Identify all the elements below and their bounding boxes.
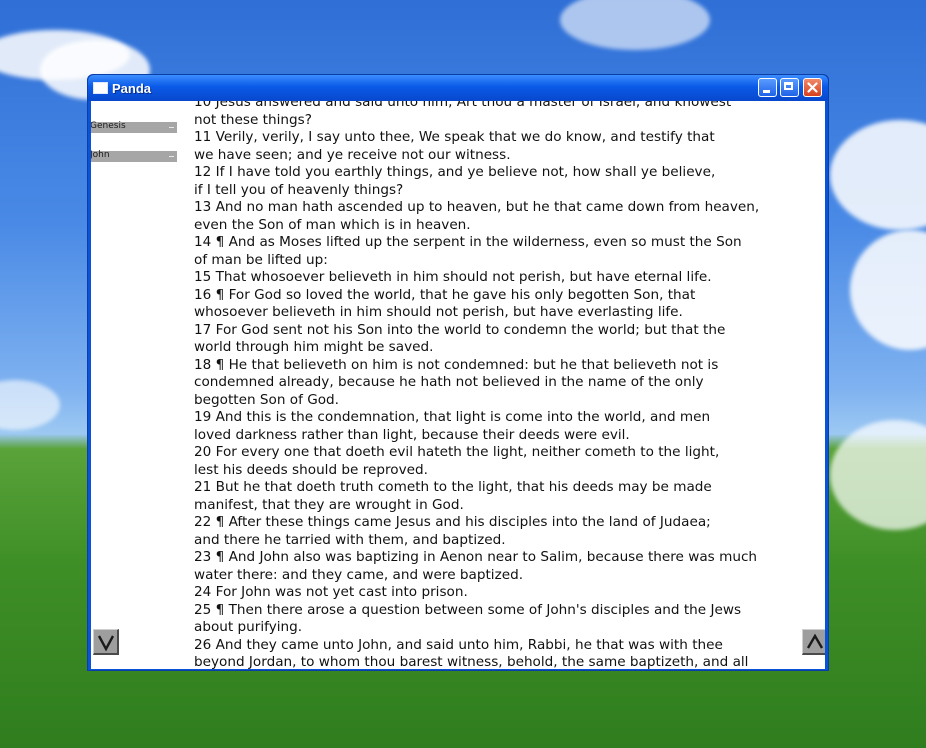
title-bar[interactable]: Panda xyxy=(88,75,828,101)
text-line: 24 For John was not yet cast into prison… xyxy=(194,584,468,600)
text-line: 21 But he that doeth truth cometh to the… xyxy=(194,479,712,495)
book-dash xyxy=(169,156,174,157)
scroll-up-button[interactable] xyxy=(802,629,825,655)
text-line: if I tell you of heavenly things? xyxy=(194,181,404,198)
minimize-icon xyxy=(763,90,770,93)
text-line: 13 And no man hath ascended up to heaven… xyxy=(194,199,760,215)
text-line: 18 ¶ He that believeth on him is not con… xyxy=(194,356,719,373)
text-line: 16 ¶ For God so loved the world, that he… xyxy=(194,286,696,303)
text-line: 10 Jesus answered and said unto him, Art… xyxy=(194,101,732,110)
text-line: 19 And this is the condemnation, that li… xyxy=(194,409,711,425)
text-line: 22 ¶ After these things came Jesus and h… xyxy=(194,514,711,530)
text-line: beyond Jordan, to whom thou barest witne… xyxy=(194,654,749,669)
text-line: 25 ¶ Then there arose a question between… xyxy=(194,601,742,618)
text-line: lest his deeds should be reproved. xyxy=(194,461,428,478)
text-line: condemned already, because he hath not b… xyxy=(194,374,704,390)
minimize-button[interactable] xyxy=(758,78,777,97)
text-line: 11 Verily, verily, I say unto thee, We s… xyxy=(194,129,715,145)
maximize-button[interactable] xyxy=(780,78,799,97)
text-line: 23 ¶ And John also was baptizing in Aeno… xyxy=(194,549,758,565)
text-line: 26 And they came unto John, and said unt… xyxy=(194,636,723,653)
text-line: 15 That whosoever believeth in him shoul… xyxy=(194,269,712,285)
chevron-up-icon xyxy=(806,633,824,649)
panda-window: Panda Genesis John 10 Jesus answered and… xyxy=(87,74,829,671)
window-icon xyxy=(93,82,108,94)
text-line: not these things? xyxy=(194,111,312,128)
text-line: 17 For God sent not his Son into the wor… xyxy=(194,321,726,338)
window-title: Panda xyxy=(112,81,152,96)
book-button-genesis[interactable]: Genesis xyxy=(91,121,177,133)
book-label: Genesis xyxy=(91,121,126,131)
close-button[interactable] xyxy=(803,78,822,97)
close-icon xyxy=(807,82,818,93)
scroll-down-button[interactable] xyxy=(93,629,119,655)
text-line: 14 ¶ And as Moses lifted up the serpent … xyxy=(194,234,742,250)
text-line: 20 For every one that doeth evil hateth … xyxy=(194,444,720,460)
text-line: we have seen; and ye receive not our wit… xyxy=(194,146,511,163)
text-line: begotten Son of God. xyxy=(194,391,340,408)
text-line: of man be lifted up: xyxy=(194,251,328,268)
book-dash xyxy=(169,127,174,128)
text-line: even the Son of man which is in heaven. xyxy=(194,216,471,233)
text-line: water there: and they came, and were bap… xyxy=(194,566,524,583)
cloud xyxy=(850,230,926,350)
book-label: John xyxy=(91,150,110,160)
text-line: manifest, that they are wrought in God. xyxy=(194,496,464,513)
cloud xyxy=(830,420,926,530)
maximize-icon xyxy=(784,82,793,90)
book-button-john[interactable]: John xyxy=(91,150,177,162)
text-line: world through him might be saved. xyxy=(194,339,434,355)
cloud xyxy=(0,380,60,430)
text-line: about purifying. xyxy=(194,619,303,635)
chevron-down-icon xyxy=(97,635,115,652)
cloud xyxy=(560,0,710,50)
text-line: loved darkness rather than light, becaus… xyxy=(194,426,630,443)
text-line: and there he tarried with them, and bapt… xyxy=(194,531,506,548)
text-line: 12 If I have told you earthly things, an… xyxy=(194,164,716,180)
text-line: whosoever believeth in him should not pe… xyxy=(194,304,683,320)
cloud xyxy=(830,120,926,230)
client-area: Genesis John 10 Jesus answered and said … xyxy=(91,101,825,669)
scripture-text: 10 Jesus answered and said unto him, Art… xyxy=(194,101,824,669)
